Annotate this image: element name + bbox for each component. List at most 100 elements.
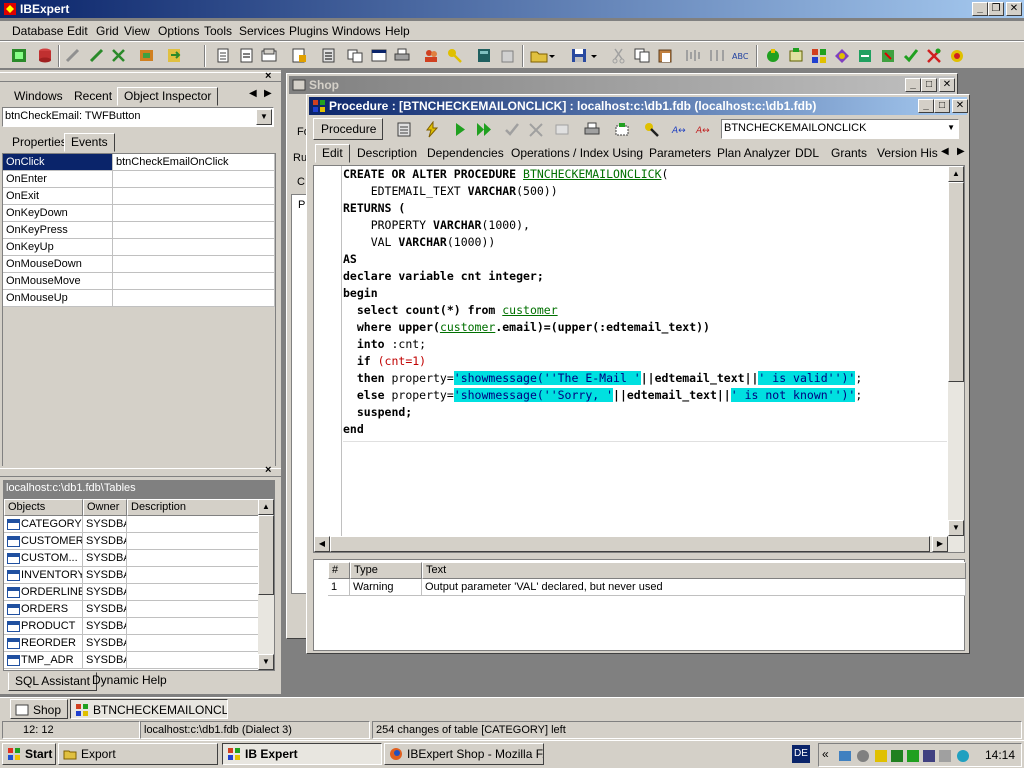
editor-v-thumb[interactable]: [948, 182, 964, 382]
tabs-left-arrow-icon[interactable]: ◀: [249, 88, 257, 99]
new-trigger-icon[interactable]: [833, 47, 851, 64]
menu-plugins[interactable]: Plugins: [289, 24, 328, 38]
event-name[interactable]: OnKeyDown: [3, 205, 113, 222]
tab-edit[interactable]: Edit: [315, 144, 350, 163]
new-exception-icon[interactable]: [879, 47, 897, 64]
tab-dependencies[interactable]: Dependencies: [421, 145, 510, 164]
script-icon[interactable]: [260, 47, 278, 64]
export-icon[interactable]: [166, 47, 184, 64]
mdi-tab-procedure[interactable]: BTNCHECKEMAILONCLICK: [70, 699, 228, 719]
close-icon[interactable]: ✕: [1006, 2, 1022, 16]
inspector-close-icon[interactable]: ×: [265, 70, 271, 82]
debug-key-icon[interactable]: [643, 121, 661, 138]
procedure-name-combo[interactable]: BTNCHECKEMAILONCLICK ▼: [721, 119, 959, 139]
event-name[interactable]: OnMouseDown: [3, 256, 113, 273]
grid-icon[interactable]: [553, 121, 571, 138]
editor-v-scrollbar[interactable]: ▲ ▼: [948, 166, 964, 536]
component-combo[interactable]: btnCheckEmail: TWFButton ▼: [2, 107, 274, 127]
save-dropdown-icon[interactable]: [590, 47, 598, 64]
new-udf-icon[interactable]: [902, 47, 920, 64]
menu-grid[interactable]: Grid: [96, 24, 119, 38]
tray-clock[interactable]: 14:14: [985, 748, 1015, 762]
minimize-icon[interactable]: _: [972, 2, 988, 16]
editor-scroll-left-icon[interactable]: ◀: [314, 536, 330, 552]
event-value[interactable]: [113, 222, 275, 239]
event-value[interactable]: [113, 239, 275, 256]
refresh-icon[interactable]: [138, 47, 156, 64]
procedure-name-dropdown-icon[interactable]: ▼: [947, 123, 955, 132]
db-explorer-grip[interactable]: [0, 468, 281, 477]
tab-description[interactable]: Description: [351, 145, 423, 164]
procedure-close-icon[interactable]: ✕: [952, 99, 968, 113]
paste-icon[interactable]: [499, 47, 517, 64]
col-description[interactable]: Description: [127, 499, 259, 516]
new-table-icon[interactable]: [764, 47, 782, 64]
proc-tabs-right-icon[interactable]: ▶: [957, 146, 965, 157]
inspector-grip[interactable]: [0, 72, 281, 82]
col-owner[interactable]: Owner: [83, 499, 127, 516]
abc-icon[interactable]: ABC: [731, 47, 749, 64]
tab-grants[interactable]: Grants: [825, 145, 873, 164]
new-generator-icon[interactable]: [856, 47, 874, 64]
window-icon[interactable]: [370, 47, 388, 64]
spacing-icon[interactable]: [708, 47, 726, 64]
db-explorer-close-icon[interactable]: ×: [265, 464, 271, 476]
shop-close-icon[interactable]: ✕: [939, 78, 955, 92]
run-step-icon[interactable]: [475, 121, 493, 138]
run-icon[interactable]: [451, 121, 469, 138]
procedure-minimize-icon[interactable]: _: [918, 99, 934, 113]
clipboard-icon[interactable]: [656, 47, 674, 64]
tab-operations[interactable]: Operations / Index Using: [505, 145, 649, 164]
msg-col-text[interactable]: Text: [422, 562, 966, 579]
new-role-icon[interactable]: [948, 47, 966, 64]
print-icon[interactable]: [393, 47, 411, 64]
commit-icon[interactable]: [503, 121, 521, 138]
task-mozilla[interactable]: IBExpert Shop - Mozilla F...: [384, 743, 544, 765]
msg-col-num[interactable]: #: [328, 562, 350, 579]
msg-col-type[interactable]: Type: [350, 562, 422, 579]
subtab-events[interactable]: Events: [64, 133, 115, 152]
start-button[interactable]: Start: [2, 743, 56, 765]
register-db-icon[interactable]: [10, 47, 28, 64]
lang-en-icon[interactable]: A↔: [695, 121, 713, 138]
menu-database[interactable]: Database: [12, 24, 63, 38]
connect-icon[interactable]: [64, 47, 82, 64]
shop-maximize-icon[interactable]: □: [921, 78, 937, 92]
event-value[interactable]: [113, 188, 275, 205]
tray-icons[interactable]: [837, 748, 977, 764]
procedure-maximize-icon[interactable]: □: [934, 99, 950, 113]
editor-h-scrollbar[interactable]: ◀ ▶: [314, 536, 964, 552]
open-dropdown-icon[interactable]: [548, 47, 556, 64]
menu-options[interactable]: Options: [158, 24, 199, 38]
event-value[interactable]: btnCheckEmailOnClick: [113, 154, 275, 171]
task-export[interactable]: Export: [58, 743, 218, 765]
print-proc-icon[interactable]: [583, 121, 601, 138]
open-folder-icon[interactable]: [530, 47, 548, 64]
lightning-icon[interactable]: [423, 120, 441, 138]
tray-expand-icon[interactable]: «: [822, 747, 829, 761]
key-icon[interactable]: [446, 47, 464, 64]
scroll-down-icon[interactable]: ▼: [258, 654, 274, 670]
users-icon[interactable]: [422, 47, 440, 64]
col-objects[interactable]: Objects: [4, 499, 83, 516]
event-name[interactable]: OnMouseMove: [3, 273, 113, 290]
table-link[interactable]: customer: [502, 303, 557, 317]
subtab-properties[interactable]: Properties: [6, 134, 73, 153]
editor-scroll-up-icon[interactable]: ▲: [948, 166, 964, 182]
tab-windows[interactable]: Windows: [8, 88, 69, 107]
menu-tools[interactable]: Tools: [204, 24, 232, 38]
database-icon[interactable]: [36, 47, 54, 64]
menu-windows[interactable]: Windows: [332, 24, 381, 38]
tab-sql-assistant[interactable]: SQL Assistant: [8, 672, 97, 691]
restore-icon[interactable]: ❐: [988, 2, 1004, 16]
proc-tabs-left-icon[interactable]: ◀: [941, 146, 949, 157]
tabs-right-arrow-icon[interactable]: ▶: [264, 88, 272, 99]
lang-de-icon[interactable]: A↔: [671, 121, 689, 138]
event-name[interactable]: OnExit: [3, 188, 113, 205]
new-domain-icon[interactable]: [925, 47, 943, 64]
menu-edit[interactable]: Edit: [67, 24, 88, 38]
combo-dropdown-icon[interactable]: ▼: [256, 109, 272, 125]
scroll-thumb[interactable]: [258, 515, 274, 595]
book-icon[interactable]: [475, 47, 493, 64]
event-name[interactable]: OnEnter: [3, 171, 113, 188]
